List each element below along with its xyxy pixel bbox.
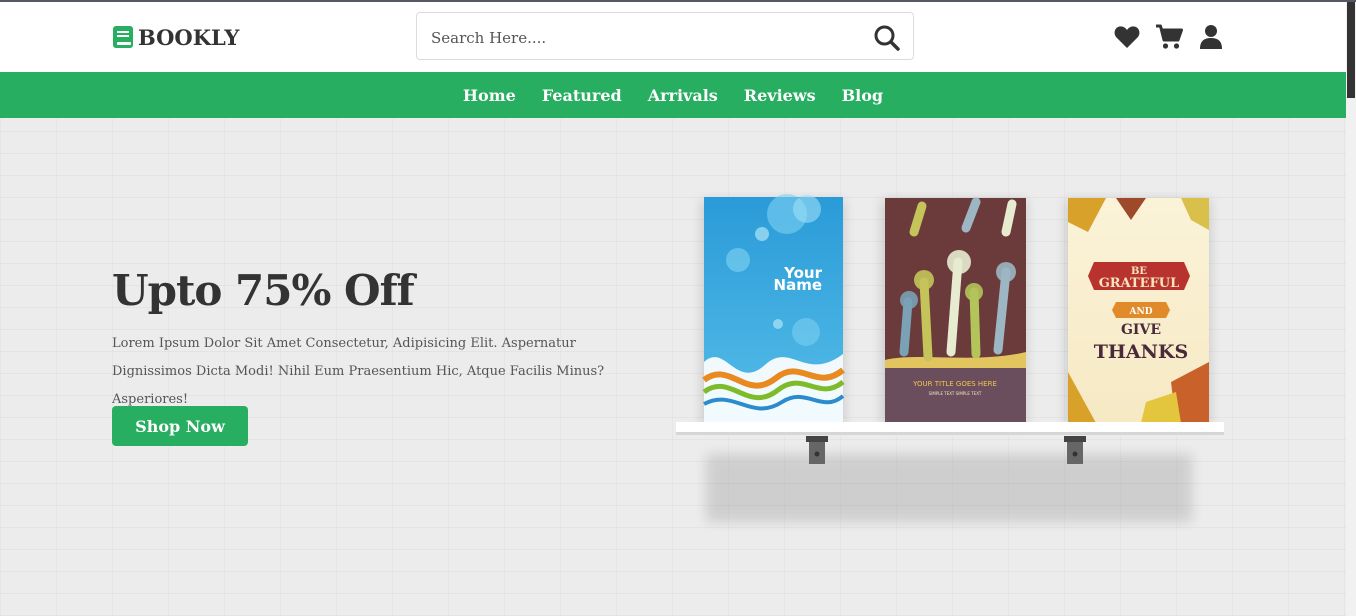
- header-icons: [1113, 24, 1225, 50]
- book3-line5: THANKS: [1094, 341, 1188, 363]
- hero-title: Upto 75% Off: [112, 266, 415, 315]
- book2-subtitle: SIMPLE TEXT SIMPLE TEXT: [929, 391, 982, 396]
- book-icon: [112, 25, 134, 49]
- nav-featured[interactable]: Featured: [542, 86, 622, 105]
- heart-icon[interactable]: [1113, 24, 1141, 50]
- scrollbar-thumb[interactable]: [1347, 2, 1355, 98]
- nav-home[interactable]: Home: [463, 86, 516, 105]
- shelf-shadow: [706, 454, 1192, 522]
- site-header: BOOKLY: [0, 2, 1346, 72]
- logo[interactable]: BOOKLY: [112, 24, 239, 50]
- book3-line2: GRATEFUL: [1099, 276, 1180, 291]
- search-icon[interactable]: [873, 24, 901, 52]
- main-navbar: Home Featured Arrivals Reviews Blog: [0, 72, 1346, 118]
- shop-now-button[interactable]: Shop Now: [112, 406, 248, 446]
- user-icon[interactable]: [1197, 24, 1225, 50]
- bookshelf-illustration: Your Name YOUR TITLE GOES HERE SIMPLE TE…: [676, 194, 1224, 522]
- hero-description: Lorem Ipsum Dolor Sit Amet Consectetur, …: [112, 336, 605, 407]
- book1-line2: Name: [774, 276, 822, 294]
- search-box: [416, 12, 914, 60]
- cart-icon[interactable]: [1155, 24, 1183, 50]
- book-cover-hands: YOUR TITLE GOES HERE SIMPLE TEXT SIMPLE …: [882, 197, 1026, 426]
- logo-text: BOOKLY: [138, 24, 240, 50]
- nav-reviews[interactable]: Reviews: [744, 86, 816, 105]
- book-cover-grateful: BE GRATEFUL AND GIVE THANKS: [1066, 198, 1210, 426]
- book3-line4: GIVE: [1121, 322, 1161, 338]
- page-scrollbar[interactable]: [1346, 2, 1356, 616]
- hero-section: Upto 75% Off Lorem Ipsum Dolor Sit Amet …: [0, 118, 1346, 616]
- book2-title: YOUR TITLE GOES HERE: [912, 380, 997, 388]
- book3-line3: AND: [1128, 307, 1152, 317]
- book-cover-blue: Your Name: [702, 194, 845, 426]
- nav-arrivals[interactable]: Arrivals: [648, 86, 718, 105]
- nav-blog[interactable]: Blog: [842, 86, 883, 105]
- search-input[interactable]: [429, 23, 853, 53]
